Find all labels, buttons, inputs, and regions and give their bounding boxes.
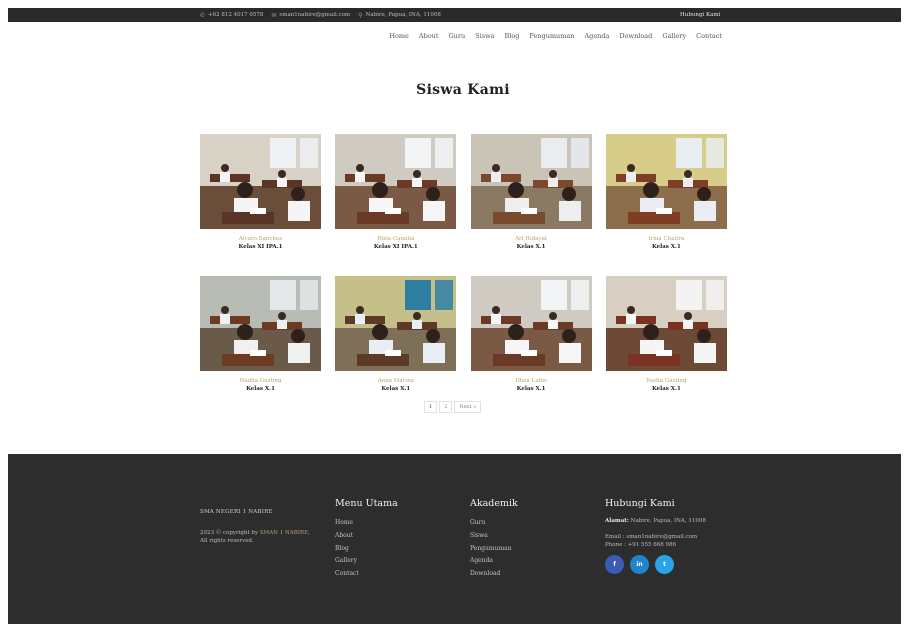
site-footer: SMA NEGERI 1 NABIRE 2023 © copyright by … — [8, 454, 901, 624]
nav-download[interactable]: Download — [619, 32, 652, 40]
student-card[interactable]: Irma Chaitra Kelas X.1 — [605, 134, 727, 276]
email-text[interactable]: sman1nabire@gmail.com — [279, 12, 350, 18]
pagination: 1 2 Next » — [424, 401, 482, 413]
footer-link-about[interactable]: About — [335, 530, 398, 543]
footer-link-guru[interactable]: Guru — [470, 517, 518, 530]
student-name[interactable]: Nadia Gusting — [606, 378, 727, 384]
footer-phone: Phone : +91 555 668 986 — [605, 542, 677, 548]
address-value: Nabire, Papua, INA, 11008 — [630, 518, 706, 524]
student-name[interactable]: Nadila Gusting — [200, 378, 321, 384]
footer-link-gallery[interactable]: Gallery — [335, 555, 398, 568]
rights-text: All rights reserved. — [200, 538, 254, 544]
address-text: Nabire, Papua, INA, 11008 — [365, 12, 441, 18]
main-nav: Home About Guru Siswa Blog Pengumuman Ag… — [389, 32, 722, 40]
footer-link-download[interactable]: Download — [470, 568, 518, 581]
footer-menu-title: Menu Utama — [335, 498, 398, 509]
footer-link-siswa[interactable]: Siswa — [470, 530, 518, 543]
student-photo[interactable] — [200, 276, 321, 371]
nav-gallery[interactable]: Gallery — [662, 32, 686, 40]
student-photo[interactable] — [335, 276, 457, 371]
contact-link[interactable]: Hubungi Kami — [680, 12, 720, 18]
student-card[interactable]: Rizia Camilia Kelas XI IPA.1 — [335, 134, 457, 276]
student-photo[interactable] — [605, 276, 727, 371]
phone-text: +62 812 4017 0578 — [208, 12, 264, 18]
nav-guru[interactable]: Guru — [448, 32, 465, 40]
address-label: Alamat: — [605, 518, 629, 524]
student-class: Kelas XI IPA.1 — [373, 244, 418, 250]
next-page-button[interactable]: Next » — [454, 401, 482, 413]
nav-siswa[interactable]: Siswa — [475, 32, 494, 40]
student-card[interactable]: Alvaro Sanchez Kelas XI IPA.1 — [200, 134, 321, 276]
footer-contact: Hubungi Kami Alamat: Nabire, Papua, INA,… — [605, 498, 735, 574]
student-name[interactable]: Ari Hidayat — [471, 236, 592, 242]
footer-contact-title: Hubungi Kami — [605, 498, 675, 509]
student-class: Kelas X.1 — [651, 386, 681, 392]
student-class: Kelas X.1 — [516, 244, 546, 250]
footer-link-contact[interactable]: Contact — [335, 568, 398, 581]
footer-link-agenda[interactable]: Agenda — [470, 555, 518, 568]
copyright-link[interactable]: SMAN 1 NABIRE — [260, 530, 308, 536]
page-2-button[interactable]: 2 — [439, 401, 453, 413]
nav-blog[interactable]: Blog — [504, 32, 519, 40]
social-links: f in t — [605, 555, 735, 574]
nav-contact[interactable]: Contact — [696, 32, 722, 40]
student-name[interactable]: Irma Chaitra — [606, 236, 727, 242]
footer-academic: Akademik Guru Siswa Pengumuman Agenda Do… — [470, 498, 518, 581]
student-gallery: Alvaro Sanchez Kelas XI IPA.1 Rizia Camili… — [200, 134, 727, 418]
email-info[interactable]: ✉ sman1nabire@gmail.com — [271, 12, 350, 19]
address-info: ⚲ Nabire, Papua, INA, 11008 — [358, 12, 441, 19]
student-photo[interactable] — [335, 134, 457, 229]
footer-school-name: SMA NEGERI 1 NABIRE — [200, 509, 273, 515]
student-photo[interactable] — [200, 134, 321, 229]
student-photo[interactable] — [605, 134, 727, 229]
page-1-button[interactable]: 1 — [424, 401, 438, 413]
student-class: Kelas X.1 — [381, 386, 411, 392]
footer-link-blog[interactable]: Blog — [335, 543, 398, 556]
student-class: Kelas XI IPA.1 — [238, 244, 283, 250]
nav-home[interactable]: Home — [389, 32, 409, 40]
student-class: Kelas X.1 — [246, 386, 275, 392]
student-card[interactable]: Nadila Gusting Kelas X.1 — [200, 276, 321, 418]
student-class: Kelas X.1 — [516, 386, 546, 392]
student-class: Kelas X.1 — [651, 244, 681, 250]
nav-about[interactable]: About — [419, 32, 439, 40]
student-name[interactable]: Rizia Camilia — [335, 236, 456, 242]
student-card[interactable]: Nadia Gusting Kelas X.1 — [605, 276, 727, 418]
student-name[interactable]: Alvaro Sanchez — [200, 236, 321, 242]
footer-about: SMA NEGERI 1 NABIRE 2023 © copyright by … — [200, 509, 320, 545]
copyright-text: 2023 © copyright by — [200, 530, 259, 536]
page-title: Siswa Kami — [416, 82, 510, 98]
student-card[interactable]: Dhea Lubis Kelas X.1 — [470, 276, 592, 418]
phone-icon: ✆ — [200, 11, 206, 19]
student-photo[interactable] — [470, 276, 592, 371]
nav-pengumuman[interactable]: Pengumuman — [529, 32, 574, 40]
student-name[interactable]: Dhea Lubis — [471, 378, 592, 384]
mail-icon: ✉ — [271, 11, 277, 19]
footer-address: Alamat: Nabire, Papua, INA, 11008 — [605, 517, 735, 525]
student-photo[interactable] — [470, 134, 592, 229]
student-name[interactable]: Anna Marina — [335, 378, 456, 384]
top-info-bar: ✆ +62 812 4017 0578 ✉ sman1nabire@gmail.co… — [8, 8, 901, 22]
twitter-icon[interactable]: t — [655, 555, 674, 574]
contact-info: ✆ +62 812 4017 0578 ✉ sman1nabire@gmail.co… — [200, 12, 441, 19]
footer-email[interactable]: Email : sman1nabire@gmail.com — [605, 533, 735, 541]
linkedin-icon[interactable]: in — [630, 555, 649, 574]
map-pin-icon: ⚲ — [358, 11, 363, 19]
student-card[interactable]: Ari Hidayat Kelas X.1 — [470, 134, 592, 276]
student-card[interactable]: Anna Marina Kelas X.1 — [335, 276, 457, 418]
footer-link-pengumuman[interactable]: Pengumuman — [470, 543, 518, 556]
phone-info: ✆ +62 812 4017 0578 — [200, 12, 263, 19]
footer-academic-title: Akademik — [470, 498, 518, 509]
facebook-icon[interactable]: f — [605, 555, 624, 574]
footer-menu: Menu Utama Home About Blog Gallery Conta… — [335, 498, 398, 581]
footer-copyright: 2023 © copyright by SMAN 1 NABIRE, All r… — [200, 530, 310, 544]
footer-link-home[interactable]: Home — [335, 517, 398, 530]
nav-agenda[interactable]: Agenda — [584, 32, 609, 40]
